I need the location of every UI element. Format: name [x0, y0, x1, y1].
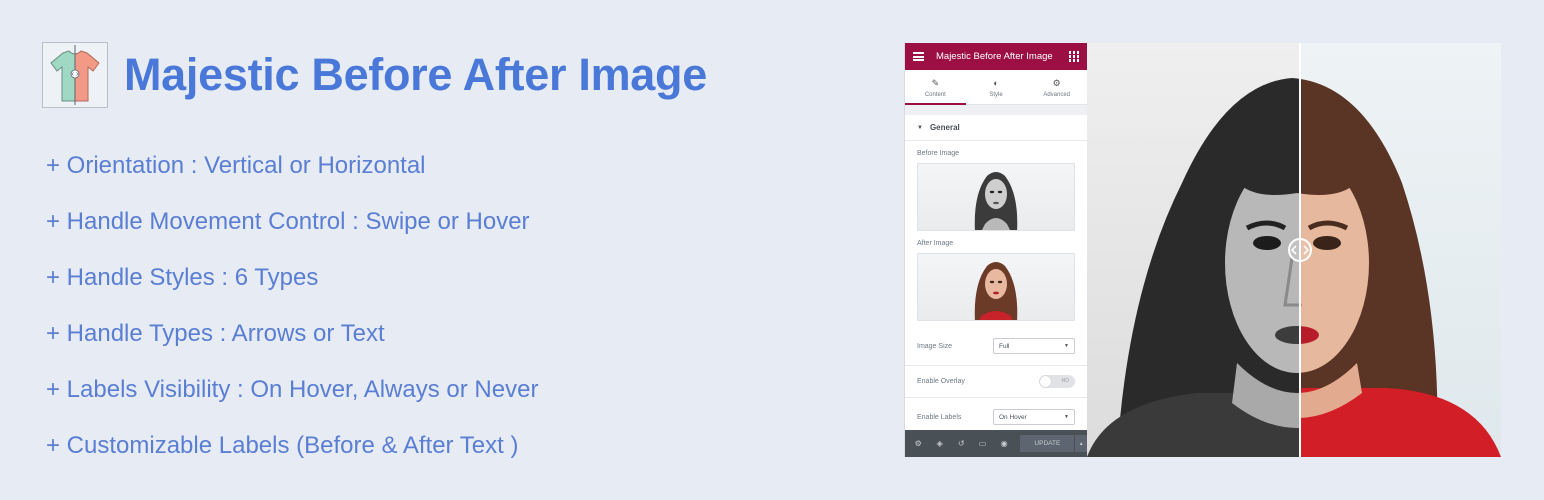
history-icon[interactable]: ↺ — [954, 439, 968, 448]
before-after-preview[interactable] — [1087, 43, 1501, 457]
tab-style[interactable]: ◐ Style — [966, 70, 1027, 104]
pencil-icon: ✎ — [931, 77, 940, 88]
before-image-label: Before Image — [917, 150, 960, 157]
after-image-thumbnail — [974, 262, 1018, 320]
image-size-control: Image Size Full ▼ — [917, 327, 1075, 365]
feature-item: + Orientation : Vertical or Horizontal — [46, 152, 426, 179]
gear-icon: ⚙ — [1052, 77, 1061, 88]
before-image-picker[interactable] — [917, 163, 1075, 231]
chevron-down-icon: ▼ — [1064, 414, 1069, 420]
tab-label: Advanced — [1043, 91, 1071, 98]
image-size-select[interactable]: Full ▼ — [993, 338, 1075, 354]
layers-icon[interactable]: ◈ — [932, 439, 946, 448]
editor-panel: Majestic Before After Image ✎ Content ◐ … — [904, 43, 1087, 457]
eye-icon[interactable]: ◉ — [997, 439, 1011, 448]
feature-item: + Handle Types : Arrows or Text — [46, 320, 385, 347]
feature-item: + Customizable Labels (Before & After Te… — [46, 432, 519, 459]
tab-label: Style — [989, 91, 1003, 98]
enable-overlay-label: Enable Overlay — [917, 378, 965, 385]
after-image-label: After Image — [917, 240, 954, 247]
before-image-thumbnail — [974, 172, 1018, 230]
feature-item: + Handle Movement Control : Swipe or Hov… — [46, 208, 530, 235]
enable-labels-value: On Hover — [999, 413, 1027, 421]
image-size-label: Image Size — [917, 342, 953, 350]
feature-item: + Handle Styles : 6 Types — [46, 264, 319, 291]
editor-header: Majestic Before After Image — [905, 43, 1087, 70]
toggle-state-text: NO — [1061, 378, 1070, 384]
tshirt-split-icon — [50, 45, 100, 105]
page-title: Majestic Before After Image — [124, 49, 707, 100]
enable-overlay-control: Enable Overlay NO — [917, 366, 1075, 397]
overlay-section: Enable Overlay NO — [905, 366, 1087, 397]
widgets-grid-icon[interactable] — [1068, 51, 1079, 62]
enable-labels-label: Enable Labels — [917, 413, 962, 421]
after-image-picker[interactable] — [917, 253, 1075, 321]
left-right-arrows-icon[interactable] — [1288, 238, 1312, 262]
half-circle-icon: ◐ — [993, 77, 999, 88]
responsive-icon[interactable]: ▭ — [975, 439, 989, 448]
editor-tabs: ✎ Content ◐ Style ⚙ Advanced — [905, 70, 1087, 105]
section-body: Before Image After Image Image Size Full… — [905, 141, 1087, 365]
image-size-value: Full — [999, 342, 1010, 350]
enable-overlay-toggle[interactable]: NO — [1039, 375, 1075, 388]
section-general[interactable]: ▼ General — [905, 115, 1087, 141]
tab-label: Content — [924, 91, 946, 98]
editor-footer: ⚙ ◈ ↺ ▭ ◉ UPDATE ▲ — [905, 430, 1087, 457]
caret-down-icon: ▼ — [917, 124, 923, 131]
editor-header-title: Majestic Before After Image — [936, 51, 1053, 62]
tab-advanced[interactable]: ⚙ Advanced — [1026, 70, 1087, 104]
gear-icon[interactable]: ⚙ — [911, 439, 925, 448]
before-after-image — [1087, 43, 1501, 457]
chevron-down-icon: ▼ — [1064, 343, 1069, 349]
toggle-knob — [1040, 376, 1051, 387]
update-button[interactable]: UPDATE — [1020, 435, 1075, 452]
enable-labels-select[interactable]: On Hover ▼ — [993, 409, 1075, 425]
menu-icon[interactable] — [913, 52, 924, 61]
feature-item: + Labels Visibility : On Hover, Always o… — [46, 376, 539, 403]
section-title: General — [929, 123, 960, 132]
update-options-button[interactable]: ▲ — [1075, 435, 1087, 452]
plugin-logo — [42, 42, 108, 108]
tab-content[interactable]: ✎ Content — [905, 70, 966, 105]
feature-list: + Orientation : Vertical or Horizontal +… — [46, 148, 538, 484]
